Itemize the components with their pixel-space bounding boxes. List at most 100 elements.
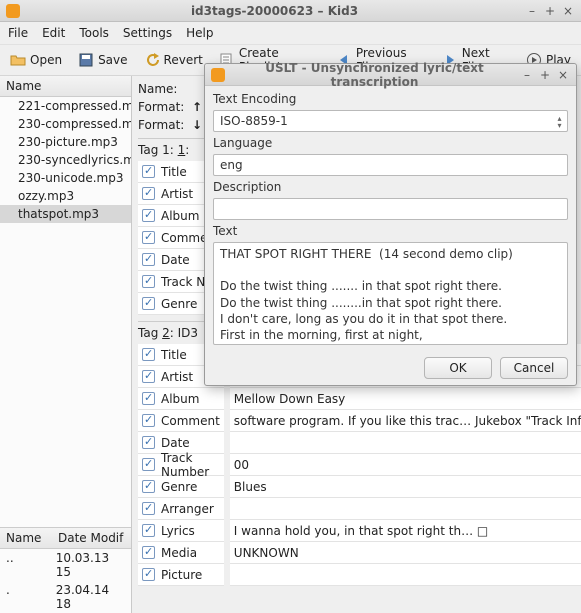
- dir-name: ..: [6, 551, 56, 579]
- open-label: Open: [30, 53, 62, 67]
- checkbox-icon[interactable]: [142, 209, 155, 222]
- maximize-icon[interactable]: +: [543, 4, 557, 18]
- checkbox-icon[interactable]: [142, 348, 155, 361]
- checkbox-icon[interactable]: [142, 524, 155, 537]
- tag2-row[interactable]: Comment: [138, 410, 224, 432]
- checkbox-icon[interactable]: [142, 436, 155, 449]
- tag2-value[interactable]: [230, 432, 581, 454]
- tag2-row[interactable]: Arranger: [138, 498, 224, 520]
- checkbox-icon[interactable]: [142, 502, 155, 515]
- tag2-value[interactable]: software program. If you like this trac……: [230, 410, 581, 432]
- tag2-value[interactable]: [230, 564, 581, 586]
- menu-edit[interactable]: Edit: [42, 26, 65, 40]
- checkbox-icon[interactable]: [142, 392, 155, 405]
- dir-row[interactable]: .. 10.03.13 15: [0, 549, 131, 581]
- name-label: Name:: [138, 82, 186, 96]
- checkbox-icon[interactable]: [142, 253, 155, 266]
- revert-icon: [144, 52, 160, 68]
- menubar: File Edit Tools Settings Help: [0, 22, 581, 44]
- menu-file[interactable]: File: [8, 26, 28, 40]
- tag2-value[interactable]: Blues: [230, 476, 581, 498]
- description-input[interactable]: [213, 198, 568, 220]
- dialog-titlebar: USLT - Unsynchronized lyric/text transcr…: [205, 64, 576, 86]
- checkbox-icon[interactable]: [142, 165, 155, 178]
- cancel-button[interactable]: Cancel: [500, 357, 568, 379]
- dir-name: .: [6, 583, 56, 611]
- file-item[interactable]: thatspot.mp3: [0, 205, 131, 223]
- checkbox-icon[interactable]: [142, 231, 155, 244]
- open-icon: [10, 52, 26, 68]
- tag2-heading: Tag 2: ID3: [138, 326, 198, 340]
- file-pane: Name 221-compressed.mp3 230-compressed.m…: [0, 76, 132, 613]
- revert-label: Revert: [164, 53, 203, 67]
- file-item[interactable]: ozzy.mp3: [0, 187, 131, 205]
- dialog-maximize-icon[interactable]: +: [538, 68, 552, 82]
- file-item[interactable]: 230-syncedlyrics.mp3: [0, 151, 131, 169]
- tag1-heading: Tag 1: 1:: [138, 143, 189, 157]
- dialog-footer: OK Cancel: [205, 351, 576, 385]
- dir-date: 23.04.14 18: [56, 583, 125, 611]
- menu-help[interactable]: Help: [186, 26, 213, 40]
- file-list[interactable]: 221-compressed.mp3 230-compressed.mp3 23…: [0, 97, 131, 312]
- tag2-value[interactable]: UNKNOWN: [230, 542, 581, 564]
- checkbox-icon[interactable]: [142, 546, 155, 559]
- file-item[interactable]: 230-compressed.mp3: [0, 115, 131, 133]
- file-list-header[interactable]: Name: [0, 76, 131, 97]
- arrow-down-icon[interactable]: ↓: [192, 118, 202, 132]
- description-label: Description: [213, 180, 568, 194]
- encoding-select[interactable]: [213, 110, 568, 132]
- dir-list-header: Name Date Modif: [0, 527, 131, 549]
- uslt-dialog: USLT - Unsynchronized lyric/text transcr…: [204, 63, 577, 386]
- menu-settings[interactable]: Settings: [123, 26, 172, 40]
- app-icon: [6, 4, 20, 18]
- format-down-label: Format:: [138, 118, 186, 132]
- file-item[interactable]: 230-unicode.mp3: [0, 169, 131, 187]
- checkbox-icon[interactable]: [142, 414, 155, 427]
- checkbox-icon[interactable]: [142, 275, 155, 288]
- checkbox-icon[interactable]: [142, 480, 155, 493]
- tag2-row[interactable]: Media: [138, 542, 224, 564]
- dir-col-name[interactable]: Name: [0, 528, 52, 548]
- tag2-row[interactable]: Lyrics: [138, 520, 224, 542]
- close-icon[interactable]: ×: [561, 4, 575, 18]
- format-up-label: Format:: [138, 100, 186, 114]
- revert-button[interactable]: Revert: [138, 49, 209, 71]
- tag2-row[interactable]: Picture: [138, 564, 224, 586]
- menu-tools[interactable]: Tools: [79, 26, 109, 40]
- tag2-value[interactable]: 00: [230, 454, 581, 476]
- text-label: Text: [213, 224, 568, 238]
- checkbox-icon[interactable]: [142, 297, 155, 310]
- dir-col-date[interactable]: Date Modif: [52, 528, 129, 548]
- language-input[interactable]: [213, 154, 568, 176]
- save-button[interactable]: Save: [72, 49, 133, 71]
- file-item[interactable]: 230-picture.mp3: [0, 133, 131, 151]
- dialog-minimize-icon[interactable]: –: [520, 68, 534, 82]
- encoding-label: Text Encoding: [213, 92, 568, 106]
- tag2-row[interactable]: Album: [138, 388, 224, 410]
- file-item[interactable]: 221-compressed.mp3: [0, 97, 131, 115]
- arrow-up-icon[interactable]: ↑: [192, 100, 202, 114]
- checkbox-icon[interactable]: [142, 458, 155, 471]
- tag2-row[interactable]: Track Number: [138, 454, 224, 476]
- language-label: Language: [213, 136, 568, 150]
- tag2-value[interactable]: Mellow Down Easy: [230, 388, 581, 410]
- save-icon: [78, 52, 94, 68]
- checkbox-icon[interactable]: [142, 187, 155, 200]
- dir-row[interactable]: . 23.04.14 18: [0, 581, 131, 613]
- dialog-app-icon: [211, 68, 225, 82]
- checkbox-icon[interactable]: [142, 568, 155, 581]
- save-label: Save: [98, 53, 127, 67]
- dir-list[interactable]: .. 10.03.13 15 . 23.04.14 18: [0, 549, 131, 613]
- lyrics-textarea[interactable]: [213, 242, 568, 345]
- minimize-icon[interactable]: –: [525, 4, 539, 18]
- main-titlebar: id3tags-20000623 – Kid3 – + ×: [0, 0, 581, 22]
- checkbox-icon[interactable]: [142, 370, 155, 383]
- window-title: id3tags-20000623 – Kid3: [28, 4, 521, 18]
- dialog-title: USLT - Unsynchronized lyric/text transcr…: [233, 61, 516, 89]
- tag2-value[interactable]: [230, 498, 581, 520]
- ok-button[interactable]: OK: [424, 357, 492, 379]
- dialog-close-icon[interactable]: ×: [556, 68, 570, 82]
- tag2-row[interactable]: Genre: [138, 476, 224, 498]
- tag2-value[interactable]: I wanna hold you, in that spot right th……: [230, 520, 581, 542]
- open-button[interactable]: Open: [4, 49, 68, 71]
